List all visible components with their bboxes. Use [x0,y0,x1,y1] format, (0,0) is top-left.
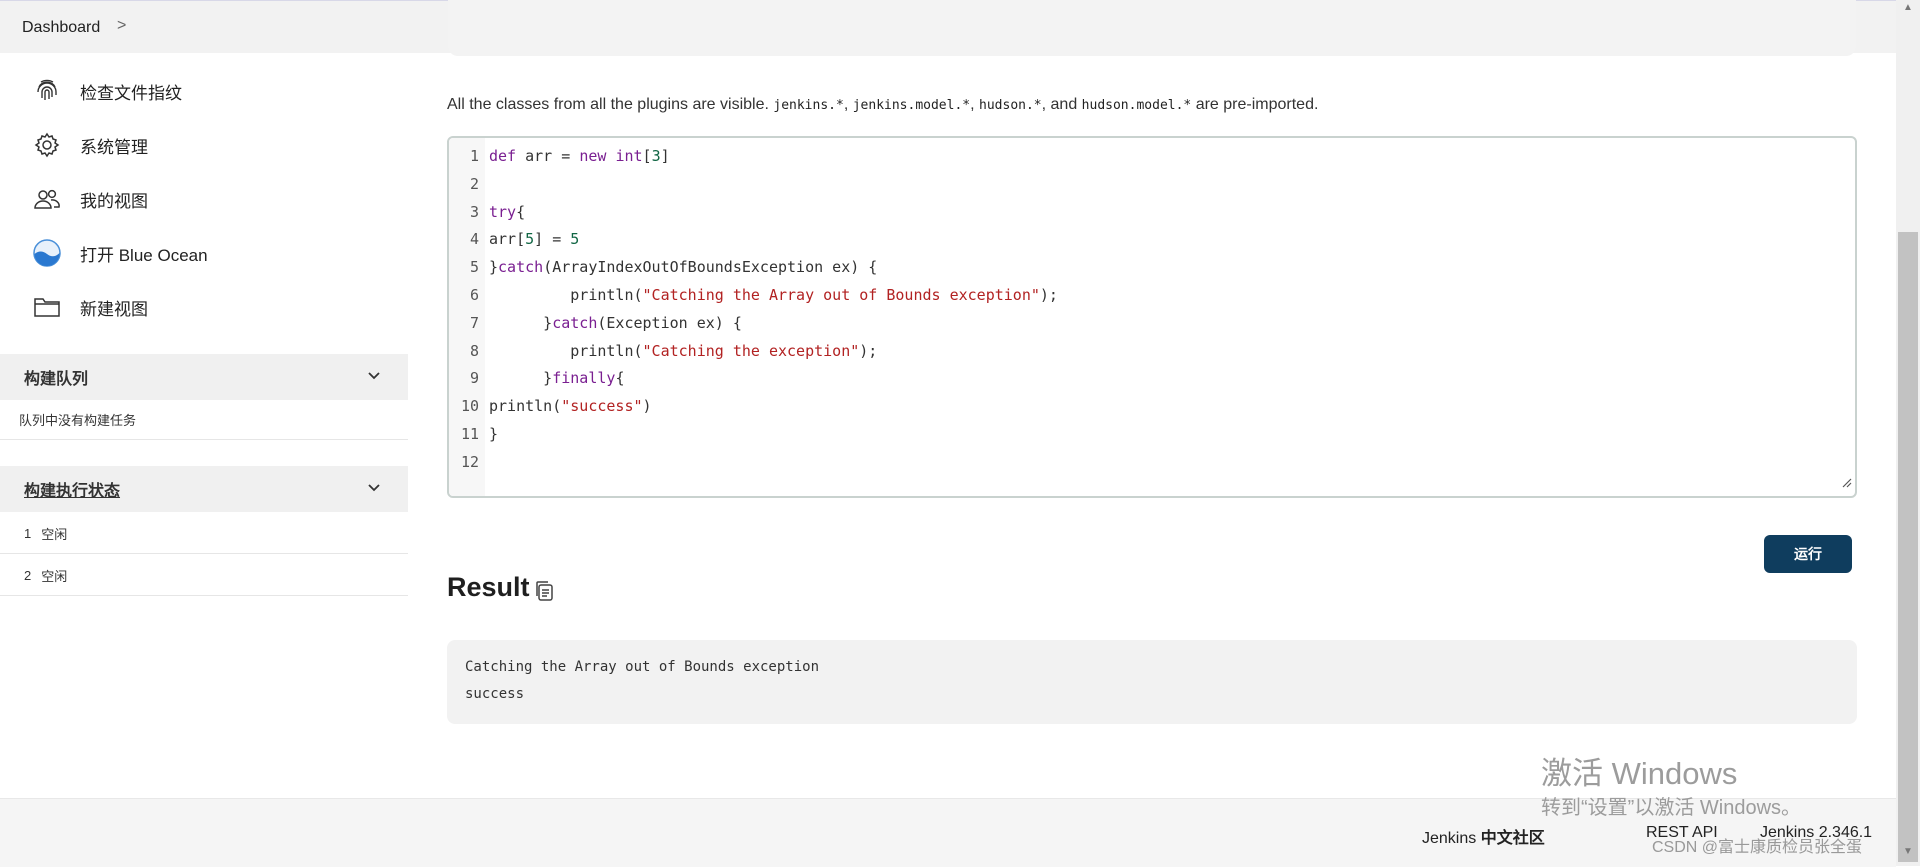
executor-number: 2 [24,568,32,583]
code-text[interactable]: println("success") [489,392,652,420]
code-text[interactable]: def arr = new int[3] [489,142,670,170]
result-output: Catching the Array out of Bounds excepti… [447,640,1857,724]
line-number: 8 [469,341,479,360]
footer-community-prefix: Jenkins [1422,830,1477,847]
scrollbar-thumb[interactable] [1898,232,1918,862]
code-line: 8 println("Catching the exception"); [449,337,1855,365]
executor-number: 1 [24,526,32,541]
description-text: All the classes from all the plugins are… [447,96,769,113]
sidebar-item-fingerprint[interactable]: 检查文件指纹 [30,71,400,111]
copy-icon[interactable] [534,580,554,607]
code-text[interactable]: }catch(Exception ex) { [489,309,742,337]
scroll-down-icon[interactable]: ▼ [1896,846,1920,864]
executor-row: 2 空闲 [0,556,408,596]
code-text[interactable]: println("Catching the Array out of Bound… [489,281,1058,309]
blue-ocean-icon [30,236,64,270]
line-number: 6 [469,286,479,304]
code-line: 10 println("success") [449,392,1855,420]
gear-icon [30,128,64,162]
code-text[interactable]: try{ [489,198,525,226]
script-editor[interactable]: 1 def arr = new int[3] 2 3 try{ 4 arr[5] = 5 5}… [447,136,1857,498]
executor-row: 1 空闲 [0,514,408,554]
windows-activation-watermark: 激活 Windows [1541,756,1738,791]
sidebar-item-blue-ocean[interactable]: 打开 Blue Ocean [30,233,400,273]
build-queue-title: 构建队列 [24,371,89,388]
sidebar-item-label: 检查文件指纹 [80,83,182,103]
executor-status: 空闲 [41,527,68,542]
line-number: 9 [469,369,479,388]
line-number: 5 [469,258,479,277]
code-text[interactable]: }finally{ [489,364,624,392]
line-number: 7 [469,313,479,332]
footer-community-link[interactable]: Jenkins 中文社区 [1422,824,1545,848]
windows-activation-hint: 转到“设置”以激活 Windows。 [1541,797,1802,819]
executor-status: 空闲 [41,569,68,584]
code-line: 1 def arr = new int[3] [449,142,1855,170]
code-text[interactable]: } [489,420,498,448]
sidebar-item-label: 新建视图 [80,299,148,319]
description-text: are pre-imported. [1195,96,1319,113]
people-icon [30,182,64,216]
scroll-up-icon[interactable]: ▲ [1896,2,1920,18]
script-console-description: All the classes from all the plugins are… [447,96,1319,113]
sidebar-item-new-view[interactable]: 新建视图 [30,287,400,327]
code-line: 9 }finally{ [449,364,1855,392]
script-console-top-panel [448,0,1856,56]
resize-handle-icon[interactable] [1840,475,1852,493]
sidebar-item-label: 系统管理 [80,137,148,157]
build-queue-empty-text: 队列中没有构建任务 [19,413,137,428]
sidebar-item-label: 打开 Blue Ocean [80,245,208,265]
footer-community-suffix: 中文社区 [1480,830,1545,847]
run-button[interactable]: 运行 [1764,535,1852,573]
chevron-right-icon[interactable]: > [117,17,126,35]
sidebar-item-my-views[interactable]: 我的视图 [30,179,400,219]
code-line: 3 try{ [449,198,1855,226]
chevron-down-icon[interactable] [366,479,382,500]
sidebar-item-label: 我的视图 [80,191,148,211]
fingerprint-icon [30,74,64,108]
build-queue-header[interactable]: 构建队列 [0,354,408,400]
folder-icon [30,290,64,324]
line-number: 11 [460,425,479,443]
code-text[interactable]: }catch(ArrayIndexOutOfBoundsException ex… [489,253,877,281]
code-line: 11} [449,420,1855,448]
code-line: 12 [449,448,1855,476]
code-text[interactable]: println("Catching the exception"); [489,337,877,365]
build-queue-empty: 队列中没有构建任务 [0,400,408,440]
code-text[interactable]: arr[5] = 5 [489,225,579,253]
breadcrumb-dashboard[interactable]: Dashboard [22,19,100,37]
sidebar-item-manage[interactable]: 系统管理 [30,125,400,165]
executor-status-title[interactable]: 构建执行状态 [24,477,120,501]
line-number: 4 [469,230,479,249]
code-line: 4 arr[5] = 5 [449,225,1855,253]
result-heading: Result [447,572,530,602]
package-name: jenkins.model.* [852,98,971,113]
code-line: 2 [449,170,1855,198]
line-number: 2 [469,174,479,193]
result-line: success [465,686,525,702]
csdn-watermark: CSDN @富士康质检员张全蛋 [1652,839,1863,856]
chevron-down-icon[interactable] [366,367,382,388]
code-line: 6 println("Catching the Array out of Bou… [449,281,1855,309]
result-line: Catching the Array out of Bounds excepti… [465,659,820,675]
package-name: hudson.* [979,98,1042,113]
line-number: 12 [460,452,479,471]
package-name: hudson.model.* [1081,98,1192,113]
executor-status-header[interactable]: 构建执行状态 [0,466,408,512]
line-number: 1 [469,147,479,165]
line-number: 3 [469,202,479,221]
package-name: jenkins.* [773,98,844,113]
code-line: 5 }catch(ArrayIndexOutOfBoundsException e… [449,253,1855,281]
line-number: 10 [460,397,479,416]
code-line: 7 }catch(Exception ex) { [449,309,1855,337]
